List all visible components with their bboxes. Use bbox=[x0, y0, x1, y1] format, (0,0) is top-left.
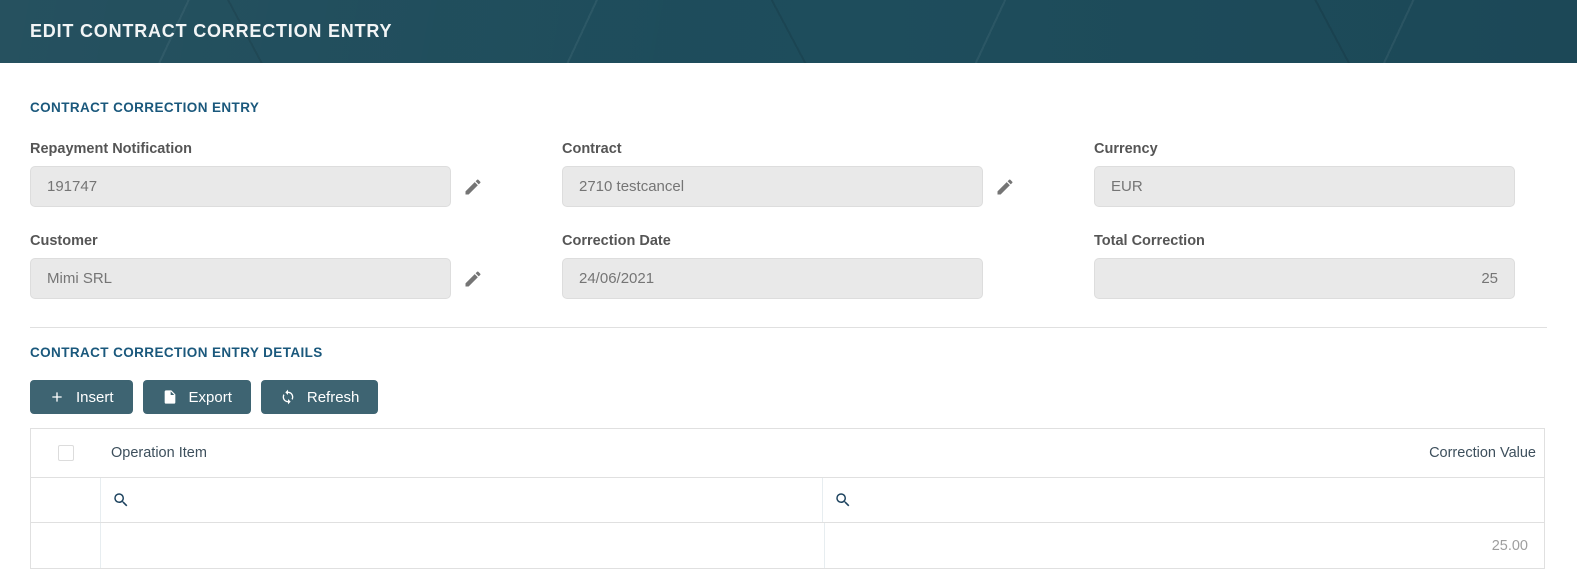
search-icon[interactable] bbox=[112, 491, 130, 509]
contract-input[interactable]: 2710 testcancel bbox=[562, 166, 983, 207]
edit-pencil-icon[interactable] bbox=[463, 177, 483, 197]
field-currency: Currency EUR bbox=[1094, 141, 1547, 207]
column-header-correction-value[interactable]: Correction Value bbox=[824, 429, 1545, 477]
correction-value-filter-cell[interactable] bbox=[822, 478, 1544, 522]
correction-date-input[interactable]: 24/06/2021 bbox=[562, 258, 983, 299]
repayment-notification-input[interactable]: 191747 bbox=[30, 166, 451, 207]
details-section-title: CONTRACT CORRECTION ENTRY DETAILS bbox=[30, 345, 323, 360]
select-all-checkbox[interactable] bbox=[57, 445, 74, 461]
details-grid: Operation Item Correction Value 25.00 bbox=[30, 428, 1545, 569]
refresh-button[interactable]: Refresh bbox=[260, 380, 379, 414]
field-label: Customer bbox=[30, 233, 98, 249]
row-select-cell bbox=[31, 523, 100, 568]
field-label: Currency bbox=[1094, 141, 1158, 157]
field-label: Total Correction bbox=[1094, 233, 1205, 249]
field-contract: Contract 2710 testcancel bbox=[562, 141, 1015, 207]
field-correction-date: Correction Date 24/06/2021 bbox=[562, 233, 1015, 299]
section-divider bbox=[30, 327, 1547, 328]
operation-item-filter-cell[interactable] bbox=[100, 478, 822, 522]
customer-input[interactable]: Mimi SRL bbox=[30, 258, 451, 299]
insert-button[interactable]: Insert bbox=[30, 380, 133, 414]
search-icon[interactable] bbox=[834, 491, 852, 509]
document-icon bbox=[164, 390, 175, 404]
export-button[interactable]: Export bbox=[142, 380, 251, 414]
field-customer: Customer Mimi SRL bbox=[30, 233, 483, 299]
grid-header-row: Operation Item Correction Value bbox=[31, 429, 1544, 477]
field-repayment-notification: Repayment Notification 191747 bbox=[30, 141, 483, 207]
total-correction-input[interactable]: 25 bbox=[1094, 258, 1515, 299]
table-row[interactable]: 25.00 bbox=[31, 522, 1544, 568]
currency-input[interactable]: EUR bbox=[1094, 166, 1515, 207]
main-content: CONTRACT CORRECTION ENTRY Repayment Noti… bbox=[0, 100, 1577, 569]
select-all-cell bbox=[31, 429, 100, 477]
page-title: EDIT CONTRACT CORRECTION ENTRY bbox=[30, 21, 393, 41]
entry-section-title: CONTRACT CORRECTION ENTRY bbox=[30, 100, 260, 115]
edit-pencil-icon[interactable] bbox=[463, 269, 483, 289]
field-label: Repayment Notification bbox=[30, 141, 192, 157]
column-header-operation-item[interactable]: Operation Item bbox=[100, 429, 824, 477]
export-button-label: Export bbox=[188, 388, 232, 406]
correction-value-cell: 25.00 bbox=[823, 523, 1545, 568]
operation-item-cell bbox=[100, 523, 824, 568]
field-total-correction: Total Correction 25 bbox=[1094, 233, 1547, 299]
insert-button-label: Insert bbox=[76, 388, 114, 406]
plus-icon bbox=[52, 392, 62, 402]
edit-pencil-icon[interactable] bbox=[995, 177, 1015, 197]
grid-filter-row bbox=[31, 477, 1544, 522]
refresh-button-label: Refresh bbox=[306, 388, 360, 406]
field-label: Contract bbox=[562, 141, 622, 157]
filter-select-cell bbox=[31, 478, 100, 522]
details-toolbar: Insert Export Refresh bbox=[30, 380, 1547, 414]
page-header: EDIT CONTRACT CORRECTION ENTRY bbox=[0, 0, 1577, 63]
entry-form: Repayment Notification 191747 Contract 2… bbox=[30, 141, 1547, 299]
sync-icon bbox=[282, 389, 294, 405]
field-label: Correction Date bbox=[562, 233, 671, 249]
